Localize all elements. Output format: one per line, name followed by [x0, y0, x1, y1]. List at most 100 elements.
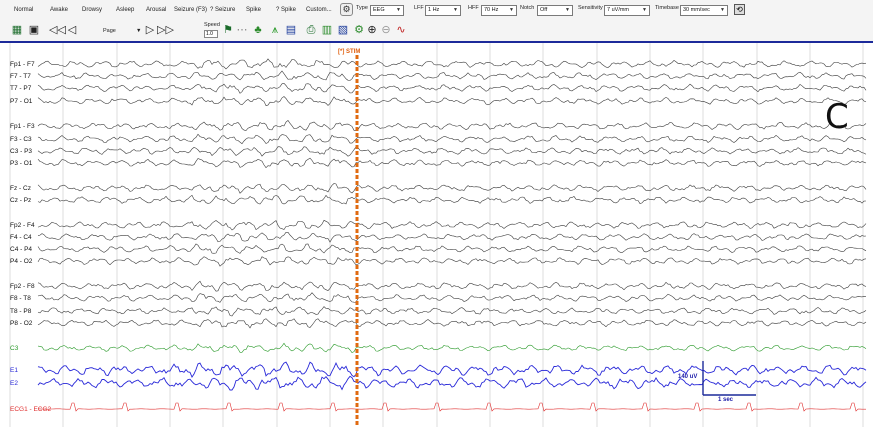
trace-f8-t8[interactable] [37, 292, 867, 303]
seizure-event-button[interactable]: Seizure (F3) [174, 4, 207, 16]
possible-spike-event-button[interactable]: ? Spike [276, 4, 296, 16]
custom-event-button[interactable]: Custom... [306, 4, 332, 16]
channel-label[interactable]: P7 - O1 [10, 98, 33, 105]
trace-p3-o1[interactable] [37, 157, 867, 169]
arousal-event-button[interactable]: Arousal [146, 4, 166, 16]
speed-label: Speed [204, 22, 220, 28]
trace-c3[interactable] [37, 342, 867, 353]
normal-event-button[interactable]: Normal [14, 4, 33, 16]
chevron-down-icon[interactable]: ▼ [136, 28, 141, 34]
chevron-down-icon: ▼ [509, 7, 514, 13]
trace-p7-o1[interactable] [37, 96, 867, 106]
trace-p4-o2[interactable] [37, 256, 867, 267]
zoom-in-icon[interactable]: ⊕ [366, 23, 378, 38]
tree-icon[interactable]: ♣ [251, 23, 265, 38]
channel-label[interactable]: C3 [10, 345, 19, 352]
channel-label[interactable]: F3 - C3 [10, 136, 32, 143]
spectrum-icon[interactable]: ⩚ [268, 23, 282, 38]
trace-fp1-f7[interactable] [37, 58, 867, 70]
montage-icon[interactable]: ▦ [10, 23, 24, 38]
zoom-out-icon[interactable]: ⊖ [380, 23, 392, 38]
channel-label[interactable]: F4 - C4 [10, 234, 32, 241]
calibration-amplitude: 140 uV [678, 374, 698, 380]
type-select[interactable]: EEG ▼ [370, 5, 404, 16]
channel-label[interactable]: P3 - O1 [10, 160, 33, 167]
speed-stepper[interactable]: 1.0 [204, 30, 218, 38]
chevron-down-icon: ▼ [396, 7, 401, 13]
channel-label[interactable]: F7 - T7 [10, 73, 31, 80]
trace-ecg1-ecg2[interactable] [37, 402, 866, 412]
trace-c4-p4[interactable] [37, 243, 867, 254]
markers-icon[interactable]: ∿ [394, 23, 408, 38]
export-icon[interactable]: ▥ [320, 23, 334, 38]
channel-label[interactable]: T7 - P7 [10, 85, 32, 92]
channel-label[interactable]: T8 - P8 [10, 308, 32, 315]
rewind-icon[interactable]: ◁◁ [49, 23, 66, 38]
report-icon[interactable]: ▤ [284, 23, 298, 38]
spike-event-button[interactable]: Spike [246, 4, 261, 16]
notch-select[interactable]: Off ▼ [537, 5, 573, 16]
eeg-trace-area[interactable]: Fp1 - F7 F7 - T7 T7 - P7 P7 - O1 Fp1 - F3 F3 … [0, 43, 873, 427]
channel-label[interactable]: ECG1 - ECG2 [10, 406, 52, 413]
refresh-icon[interactable]: ⟲ [734, 4, 745, 15]
channel-label[interactable]: E1 [10, 367, 18, 374]
channel-label[interactable]: F8 - T8 [10, 295, 31, 302]
awake-event-button[interactable]: Awake [50, 4, 68, 16]
channel-label[interactable]: P8 - O2 [10, 320, 33, 327]
channel-labels: Fp1 - F7 F7 - T7 T7 - P7 P7 - O1 Fp1 - F3 F3 … [10, 61, 52, 413]
gear-icon[interactable]: ⚙ [340, 3, 353, 16]
channel-label[interactable]: Fz - Cz [10, 185, 31, 192]
flag-icon[interactable]: ⚑ [222, 23, 234, 38]
settings-icon[interactable]: ⚙ [352, 23, 366, 38]
trace-e1[interactable] [37, 361, 867, 378]
calibration-time: 1 sec [718, 397, 734, 403]
hide-icon[interactable]: ⋯ [236, 23, 248, 38]
asleep-event-button[interactable]: Asleep [116, 4, 134, 16]
trace-f4-c4[interactable] [37, 232, 867, 243]
channel-label[interactable]: Fp1 - F7 [10, 61, 35, 68]
trace-fp2-f4[interactable] [37, 219, 867, 231]
stim-marker-label[interactable]: [*] STIM [338, 49, 360, 55]
trace-c3-p3[interactable] [37, 146, 867, 157]
page-label: Page [103, 28, 116, 34]
sensitivity-select[interactable]: 7 uV/mm ▼ [604, 5, 650, 16]
event-toolbar: Normal Awake Drowsy Asleep Arousal Seizu… [0, 0, 873, 21]
channel-label[interactable]: Cz - Pz [10, 197, 31, 204]
trace-f7-t7[interactable] [37, 70, 867, 81]
trace-fz-cz[interactable] [37, 183, 867, 194]
trace-e2[interactable] [37, 375, 867, 391]
step-forward-icon[interactable]: ▷ [145, 23, 155, 38]
channel-label[interactable]: C4 - P4 [10, 246, 32, 253]
trace-t8-p8[interactable] [37, 306, 867, 317]
channel-label[interactable]: P4 - O2 [10, 258, 33, 265]
channel-traces [37, 58, 867, 412]
channel-label[interactable]: Fp1 - F3 [10, 123, 35, 130]
lff-label: LFF [414, 5, 424, 11]
trace-fp2-f8[interactable] [37, 280, 867, 292]
trace-t7-p7[interactable] [37, 82, 867, 94]
drowsy-event-button[interactable]: Drowsy [82, 4, 102, 16]
sensitivity-label: Sensitivity [578, 5, 603, 11]
eeg-traces[interactable]: Fp1 - F7 F7 - T7 T7 - P7 P7 - O1 Fp1 - F3 F3 … [0, 43, 873, 427]
chevron-down-icon: ▼ [565, 7, 570, 13]
video-icon[interactable]: ▣ [27, 23, 41, 38]
print-icon[interactable]: ⎙ [304, 23, 318, 38]
type-label: Type [356, 5, 368, 11]
fast-forward-icon[interactable]: ▷▷ [157, 23, 174, 38]
db-icon[interactable]: ▧ [336, 23, 350, 38]
channel-label[interactable]: Fp2 - F4 [10, 222, 35, 229]
lff-select[interactable]: 1 Hz ▼ [425, 5, 461, 16]
possible-seizure-event-button[interactable]: ? Seizure [210, 4, 235, 16]
calibration-bar [702, 361, 756, 396]
channel-label[interactable]: E2 [10, 380, 18, 387]
trace-fp1-f3[interactable] [37, 119, 867, 132]
trace-cz-pz[interactable] [37, 194, 867, 205]
hff-select[interactable]: 70 Hz ▼ [481, 5, 517, 16]
trace-f3-c3[interactable] [37, 133, 867, 145]
timebase-select[interactable]: 30 mm/sec ▼ [680, 5, 728, 16]
step-back-icon[interactable]: ◁ [67, 23, 77, 38]
channel-label[interactable]: C3 - P3 [10, 148, 32, 155]
trace-p8-o2[interactable] [37, 318, 867, 329]
channel-label[interactable]: Fp2 - F8 [10, 283, 35, 290]
eeg-viewer-window: Normal Awake Drowsy Asleep Arousal Seizu… [0, 0, 873, 427]
